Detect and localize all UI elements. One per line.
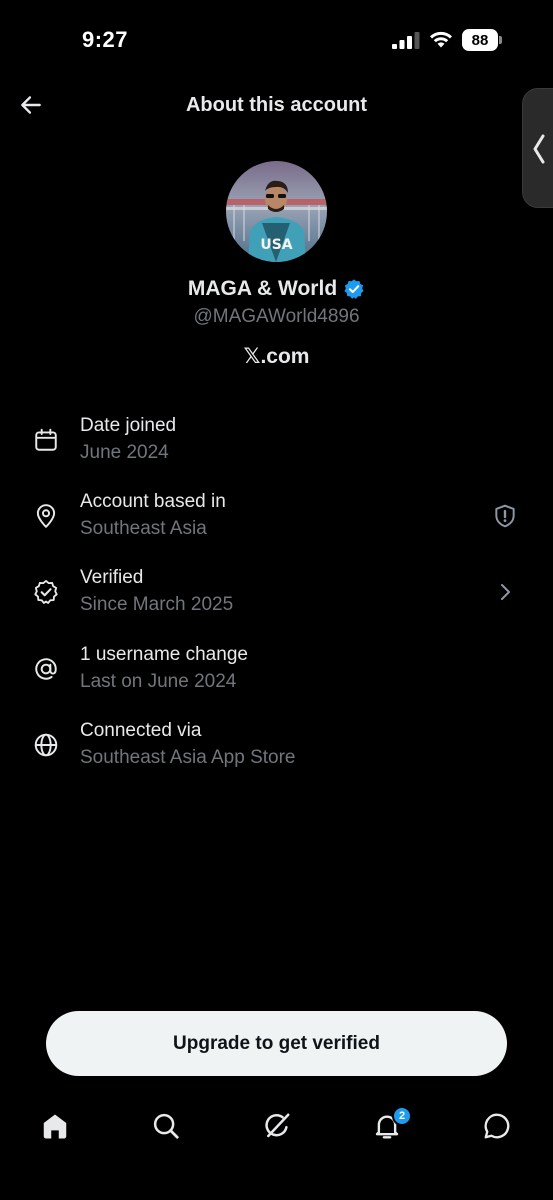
svg-text:USA: USA xyxy=(260,237,292,253)
search-icon xyxy=(153,1113,179,1139)
wifi-icon xyxy=(430,31,452,48)
battery-icon: 88 xyxy=(462,29,502,51)
profile-website-link[interactable]: 𝕏.com xyxy=(0,344,553,369)
profile-handle: @MAGAWorld4896 xyxy=(193,306,360,327)
upgrade-to-verified-button[interactable]: Upgrade to get verified xyxy=(46,1011,507,1076)
info-subtitle: Southeast Asia xyxy=(80,518,207,539)
info-subtitle: Since March 2025 xyxy=(80,594,234,615)
info-title: Connected via xyxy=(80,720,202,741)
info-subtitle: Last on June 2024 xyxy=(80,671,237,692)
notification-badge: 2 xyxy=(392,1106,412,1126)
chevron-right-icon xyxy=(491,578,519,606)
battery-level: 88 xyxy=(471,31,489,49)
globe-icon xyxy=(32,731,60,759)
status-bar: 9:27 88 xyxy=(0,0,553,80)
verified-badge-outline-icon xyxy=(32,578,60,606)
status-time: 9:27 xyxy=(82,27,129,52)
side-pull-tab[interactable] xyxy=(522,88,553,208)
info-subtitle: June 2024 xyxy=(80,442,169,463)
nav-messages[interactable] xyxy=(479,1108,515,1144)
location-pin-icon xyxy=(32,502,60,530)
cellular-signal-icon xyxy=(392,32,420,49)
info-item-username-change: 1 username change Last on June 2024 xyxy=(0,644,553,704)
home-icon xyxy=(43,1114,67,1139)
notification-count: 2 xyxy=(398,1110,406,1122)
info-title: Account based in xyxy=(80,491,226,512)
info-item-connected-via: Connected via Southeast Asia App Store xyxy=(0,720,553,780)
bottom-nav: 2 xyxy=(0,1100,553,1160)
info-item-account-based-in: Account based in Southeast Asia xyxy=(0,491,553,551)
shield-alert-icon[interactable] xyxy=(491,502,519,530)
page-title: About this account xyxy=(185,94,368,116)
at-sign-icon xyxy=(32,655,60,683)
info-item-date-joined: Date joined June 2024 xyxy=(0,415,553,475)
grok-icon xyxy=(265,1113,290,1138)
info-title: 1 username change xyxy=(80,644,248,665)
nav-home[interactable] xyxy=(37,1108,73,1144)
chevron-left-icon xyxy=(533,134,545,164)
info-title: Verified xyxy=(80,567,144,588)
info-subtitle: Southeast Asia App Store xyxy=(80,747,296,768)
profile-name: MAGA & World xyxy=(187,277,338,300)
nav-grok[interactable] xyxy=(259,1108,295,1144)
info-title: Date joined xyxy=(80,415,177,436)
nav-search[interactable] xyxy=(148,1108,184,1144)
upgrade-button-label: Upgrade to get verified xyxy=(173,1032,380,1054)
verified-badge-icon xyxy=(344,279,364,299)
avatar: USA xyxy=(226,161,327,262)
profile-name-row: MAGA & World xyxy=(0,277,553,301)
messages-icon xyxy=(484,1113,510,1139)
calendar-icon xyxy=(32,426,60,454)
info-item-verified[interactable]: Verified Since March 2025 xyxy=(0,567,553,627)
